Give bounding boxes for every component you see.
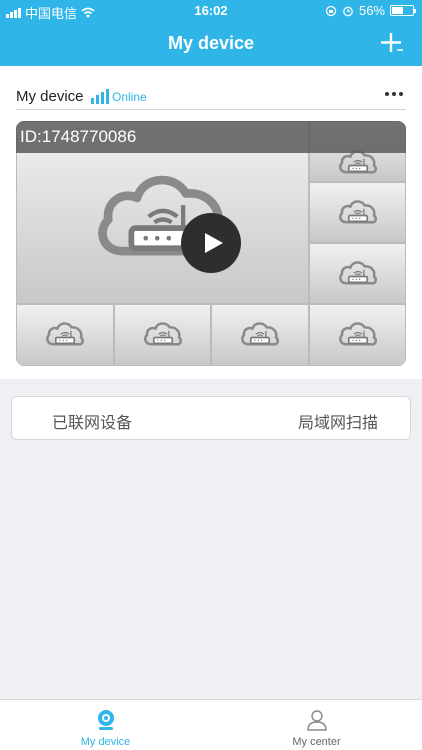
more-options-icon[interactable] — [382, 84, 406, 104]
tab-my-device-label: My device — [80, 736, 131, 748]
device-source-tabs: 已联网设备 局域网扫描 — [11, 396, 411, 440]
device-id-label: ID:1748770086 — [16, 121, 406, 153]
tab-connected-devices[interactable]: 已联网设备 — [52, 409, 132, 433]
cloud-router-icon — [44, 318, 86, 352]
camera-cell[interactable] — [16, 304, 114, 366]
cloud-router-icon — [142, 318, 184, 352]
alarm-icon — [343, 6, 353, 16]
tab-my-device[interactable]: My device — [0, 700, 211, 750]
bottom-tab-bar: My device My center — [0, 699, 422, 750]
user-icon — [307, 710, 327, 731]
device-header: My device Online — [16, 76, 406, 110]
battery-percent: 56% — [358, 3, 385, 18]
cloud-router-icon — [337, 196, 379, 230]
add-device-icon[interactable] — [380, 31, 404, 55]
status-bar: 中国电信 16:02 56% — [0, 0, 422, 22]
camera-cell[interactable] — [211, 304, 309, 366]
cloud-router-icon — [337, 257, 379, 291]
camera-cell[interactable] — [114, 304, 211, 366]
device-panel: My device Online ID:1748770086 — [0, 66, 422, 379]
play-icon — [205, 233, 223, 253]
nav-bar: My device — [0, 22, 422, 66]
status-badge: Online — [112, 90, 147, 104]
signal-strength-icon — [91, 88, 109, 104]
page-title: My device — [167, 33, 255, 53]
orientation-lock-icon — [325, 5, 337, 16]
status-right: 56% — [325, 3, 416, 18]
camera-cell[interactable] — [309, 182, 406, 243]
play-button[interactable] — [181, 213, 241, 273]
camera-grid[interactable]: ID:1748770086 — [16, 121, 406, 366]
battery-icon — [390, 5, 416, 16]
tab-lan-scan[interactable]: 局域网扫描 — [298, 409, 378, 433]
tab-my-center-label: My center — [292, 736, 341, 748]
cloud-router-icon — [337, 318, 379, 352]
device-name: My device — [16, 88, 84, 105]
camera-cell[interactable] — [309, 304, 406, 366]
camera-icon — [98, 710, 114, 730]
tab-my-center[interactable]: My center — [211, 700, 422, 750]
cloud-router-icon — [239, 318, 281, 352]
camera-cell[interactable] — [309, 243, 406, 304]
